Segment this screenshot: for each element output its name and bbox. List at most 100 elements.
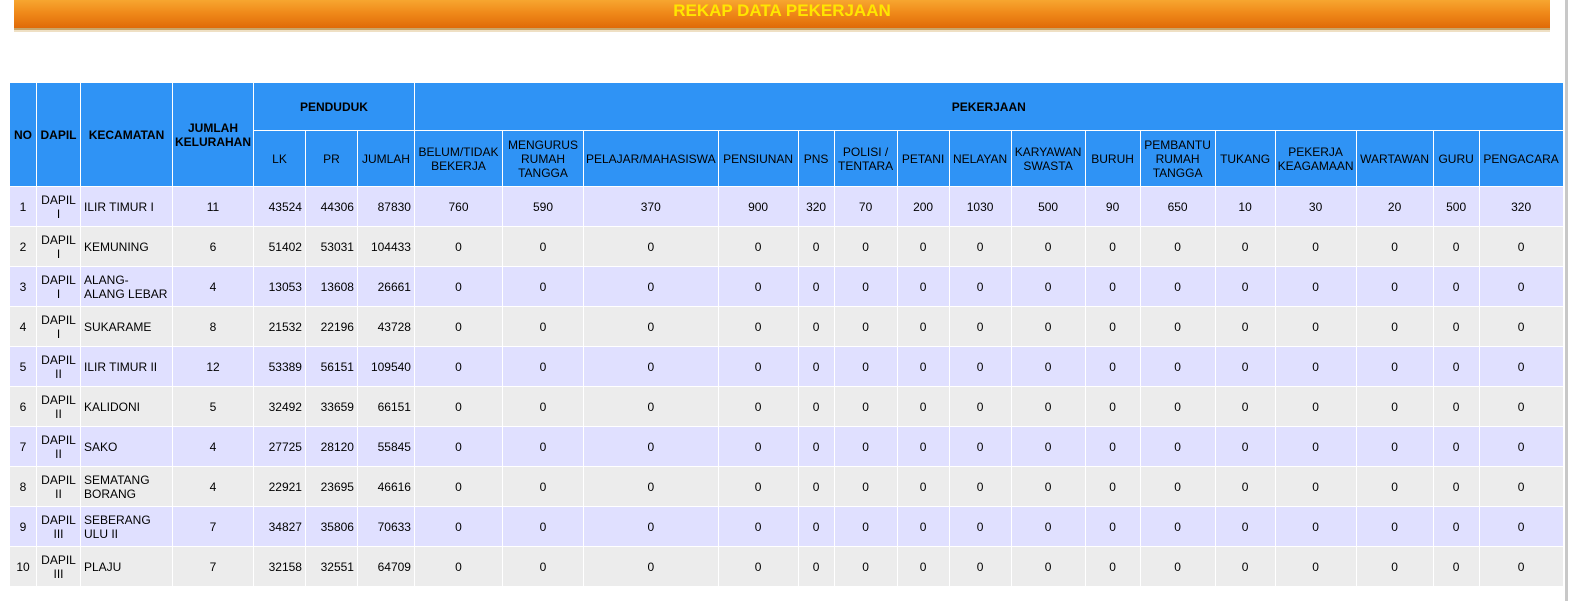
cell-jumlah: 55845: [356, 426, 415, 467]
cell-lk: 21532: [252, 306, 306, 347]
cell-job-value: 0: [1010, 346, 1086, 387]
cell-job-value: 500: [1010, 186, 1086, 227]
cell-job-value: 590: [501, 186, 584, 227]
cell-job-value: 320: [1478, 186, 1564, 227]
cell-job-value: 0: [582, 266, 719, 307]
cell-lk: 22921: [252, 466, 306, 507]
cell-job-value: 0: [1478, 386, 1564, 427]
cell-job-value: 0: [797, 346, 835, 387]
table-row: 5 DAPIL II ILIR TIMUR II 12 53389 56151 109540…: [9, 346, 1564, 387]
cell-job-value: 0: [1432, 386, 1480, 427]
cell-job-value: 0: [1274, 266, 1357, 307]
cell-job-value: 0: [501, 306, 584, 347]
header-job: PELAJAR/MAHASISWA: [582, 130, 719, 187]
header-job: MENGURUS RUMAH TANGGA: [501, 130, 584, 187]
cell-job-value: 90: [1084, 186, 1141, 227]
cell-job-value: 0: [413, 546, 503, 587]
cell-jumlah-kelurahan: 4: [172, 426, 254, 467]
cell-pr: 23695: [304, 466, 358, 507]
cell-job-value: 0: [948, 266, 1012, 307]
cell-job-value: 500: [1432, 186, 1480, 227]
cell-job-value: 0: [1274, 466, 1357, 507]
cell-job-value: 0: [1355, 546, 1434, 587]
cell-job-value: 0: [833, 306, 898, 347]
header-job: GURU: [1432, 130, 1480, 187]
cell-job-value: 0: [1432, 226, 1480, 267]
cell-job-value: 0: [413, 346, 503, 387]
cell-job-value: 0: [948, 346, 1012, 387]
cell-job-value: 0: [833, 386, 898, 427]
cell-jumlah-kelurahan: 12: [172, 346, 254, 387]
cell-job-value: 0: [501, 346, 584, 387]
cell-no: 4: [9, 306, 37, 347]
table-body: 1 DAPIL I ILIR TIMUR I 11 43524 44306 87830 760…: [9, 186, 1564, 587]
cell-lk: 13053: [252, 266, 306, 307]
cell-dapil: DAPIL II: [36, 346, 81, 387]
cell-no: 8: [9, 466, 37, 507]
cell-job-value: 0: [896, 466, 950, 507]
cell-job-value: 0: [717, 466, 799, 507]
cell-job-value: 0: [1274, 386, 1357, 427]
cell-lk: 27725: [252, 426, 306, 467]
cell-no: 3: [9, 266, 37, 307]
cell-job-value: 0: [833, 226, 898, 267]
table-row: 10 DAPIL III PLAJU 7 32158 32551 64709 0 0 0 0 0 0 0 0…: [9, 546, 1564, 587]
cell-dapil: DAPIL II: [36, 466, 81, 507]
header-job: KARYAWAN SWASTA: [1010, 130, 1086, 187]
cell-job-value: 0: [797, 226, 835, 267]
cell-job-value: 0: [413, 506, 503, 547]
cell-job-value: 0: [1084, 466, 1141, 507]
cell-pr: 22196: [304, 306, 358, 347]
cell-job-value: 0: [413, 306, 503, 347]
cell-job-value: 0: [413, 466, 503, 507]
cell-job-value: 0: [948, 506, 1012, 547]
cell-job-value: 0: [1084, 346, 1141, 387]
cell-lk: 51402: [252, 226, 306, 267]
cell-pr: 44306: [304, 186, 358, 227]
cell-job-value: 0: [1478, 266, 1564, 307]
cell-job-value: 0: [1214, 346, 1276, 387]
page-title: REKAP DATA PEKERJAAN: [673, 1, 891, 20]
cell-jumlah: 87830: [356, 186, 415, 227]
header-kecamatan: KECAMATAN: [80, 82, 173, 187]
cell-job-value: 0: [1139, 306, 1216, 347]
cell-job-value: 0: [1084, 546, 1141, 587]
cell-job-value: 0: [1084, 226, 1141, 267]
cell-job-value: 0: [797, 306, 835, 347]
cell-jumlah-kelurahan: 4: [172, 266, 254, 307]
table-row: 8 DAPIL II SEMATANG BORANG 4 22921 23695 46616…: [9, 466, 1564, 507]
cell-job-value: 0: [1432, 466, 1480, 507]
cell-dapil: DAPIL II: [36, 386, 81, 427]
cell-job-value: 0: [797, 386, 835, 427]
cell-job-value: 0: [717, 306, 799, 347]
cell-job-value: 0: [1010, 226, 1086, 267]
cell-lk: 34827: [252, 506, 306, 547]
cell-job-value: 0: [582, 546, 719, 587]
header-job: BELUM/TIDAK BEKERJA: [413, 130, 503, 187]
cell-job-value: 0: [717, 426, 799, 467]
cell-jumlah-kelurahan: 8: [172, 306, 254, 347]
vertical-scrollbar[interactable]: [1565, 0, 1568, 601]
cell-job-value: 0: [1214, 386, 1276, 427]
cell-job-value: 0: [1274, 226, 1357, 267]
cell-job-value: 0: [1478, 466, 1564, 507]
cell-lk: 32492: [252, 386, 306, 427]
cell-job-value: 0: [896, 306, 950, 347]
header-job: PEKERJA KEAGAMAAN: [1274, 130, 1357, 187]
cell-job-value: 0: [1214, 466, 1276, 507]
cell-job-value: 0: [1084, 306, 1141, 347]
cell-job-value: 0: [896, 506, 950, 547]
cell-jumlah-kelurahan: 7: [172, 546, 254, 587]
cell-job-value: 0: [1355, 506, 1434, 547]
cell-dapil: DAPIL II: [36, 426, 81, 467]
cell-job-value: 0: [797, 426, 835, 467]
cell-job-value: 0: [1010, 506, 1086, 547]
cell-jumlah: 43728: [356, 306, 415, 347]
cell-job-value: 0: [896, 266, 950, 307]
cell-job-value: 0: [1355, 426, 1434, 467]
cell-job-value: 0: [948, 466, 1012, 507]
cell-job-value: 0: [1274, 346, 1357, 387]
cell-job-value: 0: [1478, 506, 1564, 547]
cell-job-value: 0: [582, 506, 719, 547]
cell-job-value: 0: [1355, 386, 1434, 427]
